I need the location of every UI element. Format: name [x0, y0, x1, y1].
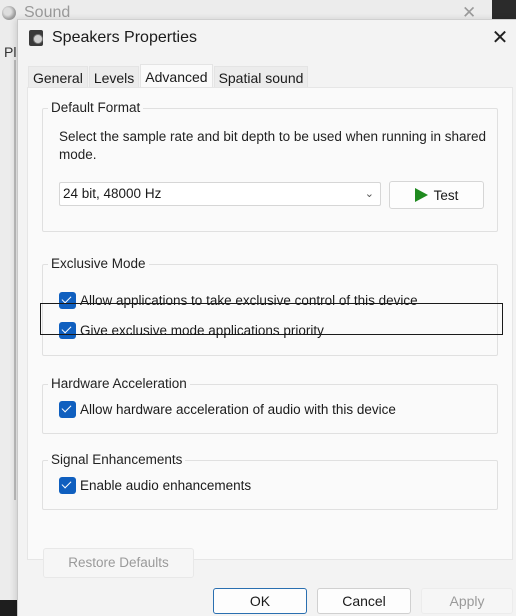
cancel-button[interactable]: Cancel [317, 588, 411, 614]
play-icon [414, 188, 428, 202]
chevron-down-icon: ⌄ [364, 188, 374, 200]
group-label-signal-enhancements: Signal Enhancements [48, 452, 186, 467]
hardware-acceleration-checkbox[interactable] [59, 401, 76, 418]
audio-enhancements-checkbox[interactable] [59, 477, 76, 494]
background-tab-playback[interactable]: Pl [4, 44, 16, 60]
hardware-acceleration-group: Hardware Acceleration Allow hardware acc… [42, 376, 498, 434]
focus-rectangle [40, 303, 503, 335]
close-button[interactable]: ✕ [490, 28, 510, 48]
format-select[interactable]: 24 bit, 48000 Hz ⌄ [59, 182, 381, 206]
test-button-label: Test [433, 187, 459, 203]
group-label-hardware-acceleration: Hardware Acceleration [48, 376, 190, 391]
audio-enhancements-label: Enable audio enhancements [80, 478, 252, 493]
signal-enhancements-group: Signal Enhancements Enable audio enhance… [42, 452, 498, 510]
background-panel-edge [14, 60, 16, 500]
tab-spatial-sound[interactable]: Spatial sound [213, 66, 309, 88]
speaker-icon [2, 6, 16, 20]
default-format-group: Default Format Select the sample rate an… [42, 100, 498, 232]
hardware-acceleration-label: Allow hardware acceleration of audio wit… [80, 402, 396, 417]
desktop-edge [492, 0, 516, 20]
test-button[interactable]: Test [389, 181, 484, 209]
ok-button[interactable]: OK [213, 588, 307, 614]
tab-bar: General Levels Advanced Spatial sound [28, 64, 309, 88]
apply-button[interactable]: Apply [421, 588, 513, 614]
format-description: Select the sample rate and bit depth to … [59, 129, 487, 162]
hardware-acceleration-option[interactable]: Allow hardware acceleration of audio wit… [59, 401, 396, 418]
dialog-title: Speakers Properties [52, 29, 197, 46]
speaker-device-icon [29, 30, 43, 46]
tab-advanced[interactable]: Advanced [140, 64, 213, 88]
tab-levels[interactable]: Levels [88, 66, 140, 88]
format-select-value: 24 bit, 48000 Hz [63, 186, 162, 201]
tab-general[interactable]: General [28, 66, 88, 88]
restore-defaults-button[interactable]: Restore Defaults [43, 548, 194, 578]
group-label-exclusive-mode: Exclusive Mode [48, 256, 149, 271]
group-label-default-format: Default Format [48, 100, 144, 115]
audio-enhancements-option[interactable]: Enable audio enhancements [59, 477, 251, 494]
speakers-properties-dialog: Speakers Properties ✕ General Levels Adv… [17, 19, 516, 616]
